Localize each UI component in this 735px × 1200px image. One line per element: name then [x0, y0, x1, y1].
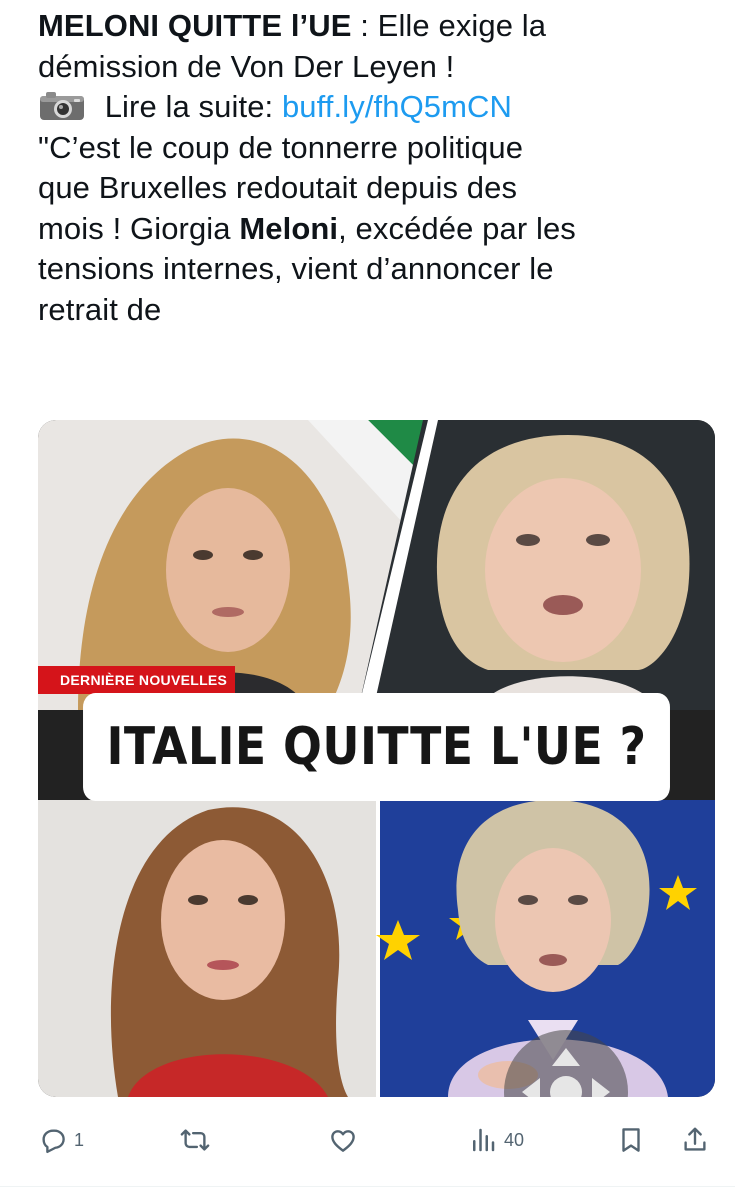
tweet-line-6: mois ! Giorgia Meloni, excédée par les [38, 209, 718, 250]
move-arrows-icon [522, 1048, 610, 1097]
like-button[interactable] [328, 1118, 364, 1162]
line6-post: , excédée par les [338, 210, 576, 246]
reply-button[interactable]: 1 [38, 1118, 84, 1162]
read-more-label: Lire la suite: [96, 89, 282, 124]
line6-bold: Meloni [239, 210, 339, 246]
tweet-line-3: Lire la suite: buff.ly/fhQ5mCN [38, 87, 718, 128]
tweet-line-8: retrait de [38, 291, 162, 327]
share-icon [684, 1127, 706, 1151]
tweet-action-bar: 1 40 [0, 1118, 735, 1162]
like-icon [331, 1130, 355, 1152]
tweet-text: MELONI QUITTE l’UE : Elle exige la démis… [38, 6, 718, 330]
tweet-line-5: que Bruxelles redoutait depuis des [38, 170, 518, 205]
views-button[interactable]: 40 [468, 1118, 524, 1162]
views-count: 40 [504, 1129, 525, 1150]
article-link[interactable]: buff.ly/fhQ5mCN [282, 89, 512, 124]
bookmark-button[interactable] [616, 1118, 646, 1162]
share-button[interactable] [680, 1118, 710, 1162]
move-overlay[interactable] [504, 1030, 628, 1097]
tweet-line-4: "C’est le coup de tonnerre politique [38, 129, 524, 165]
breaking-news-tag: DERNIÈRE NOUVELLES [38, 666, 236, 694]
image-headline: ITALIE QUITTE L'UE ? [83, 693, 670, 801]
retweet-button[interactable] [180, 1118, 216, 1162]
tweet-media-image[interactable]: DERNIÈRE NOUVELLES ITALIE QUITTE L'UE ? [38, 420, 715, 1097]
camera-emoji [40, 92, 84, 120]
tweet-line-2: démission de Von Der Leyen ! [38, 48, 455, 84]
tweet-line-1: MELONI QUITTE l’UE : Elle exige la [38, 6, 718, 47]
reply-count: 1 [74, 1129, 85, 1150]
reply-icon [42, 1129, 65, 1154]
views-icon [473, 1128, 495, 1152]
divider [0, 1186, 735, 1187]
tweet-headline-bold: MELONI QUITTE l’UE [38, 8, 352, 43]
retweet-icon [180, 1129, 210, 1151]
tweet-line-7: tensions internes, vient d’annoncer le [38, 251, 554, 286]
bookmark-icon [622, 1128, 640, 1152]
tweet-headline-rest: : Elle exige la [351, 8, 547, 43]
line6-pre: mois ! Giorgia [38, 210, 240, 246]
